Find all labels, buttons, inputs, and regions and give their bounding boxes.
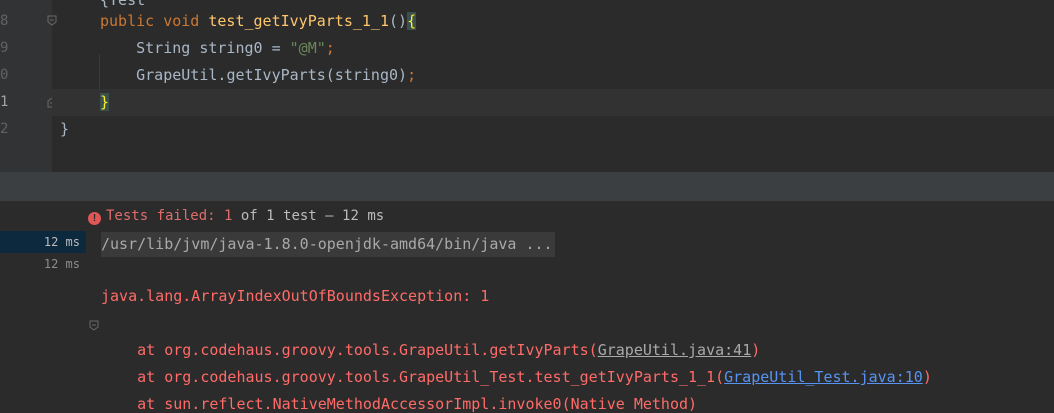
stack-trace-line: at org.codehaus.groovy.tools.GrapeUtil_T… — [101, 368, 932, 386]
source-link[interactable]: GrapeUtil_Test.java:10 — [724, 368, 923, 386]
test-tree-root[interactable]: 12 ms — [0, 231, 86, 253]
source-link[interactable]: GrapeUtil.java:41 — [598, 341, 752, 359]
code-line[interactable]: } — [52, 116, 1054, 143]
code-token: } — [60, 120, 70, 138]
test-status-bar: ! Tests failed: 1 of 1 test – 12 ms — [88, 205, 384, 227]
code-token: } — [100, 93, 110, 111]
line-number: 8 — [0, 13, 9, 29]
code-token: "@M" — [289, 39, 326, 57]
stack-trace-line: at org.codehaus.groovy.tools.GrapeUtil.g… — [101, 341, 760, 359]
trace-text: ) — [922, 368, 932, 386]
run-tool-window: ! Tests failed: 1 of 1 test – 12 ms 12 ms… — [0, 201, 1054, 413]
code-token: GrapeUtil. — [100, 66, 227, 84]
line-number: 1 — [0, 94, 9, 110]
panel-splitter[interactable] — [0, 172, 1054, 201]
code-line[interactable]: public void test_getIvyParts_1_1(){ — [52, 8, 1054, 35]
exception-message: java.lang.ArrayIndexOutOfBoundsException… — [101, 287, 490, 305]
line-number: 9 — [0, 40, 9, 56]
error-icon: ! — [88, 212, 101, 225]
code-line[interactable]: String string0 = "@M"; — [52, 35, 1054, 62]
code-token: { — [407, 12, 417, 30]
status-failed-label: Tests failed: — [106, 208, 225, 224]
trace-text: ) — [751, 341, 761, 359]
code-token: () — [389, 12, 408, 30]
tree-time: 12 ms — [43, 235, 80, 249]
code-line[interactable]: GrapeUtil.getIvyParts(string0); — [52, 62, 1054, 89]
tree-time: 12 ms — [43, 257, 80, 271]
code-token: ; — [325, 39, 335, 57]
fold-icon[interactable] — [88, 320, 100, 332]
code-token: String string0 = — [100, 39, 290, 57]
line-number-gutter: 8 9 0 1 2 — [0, 0, 57, 172]
command-line[interactable]: /usr/lib/jvm/java-1.8.0-openjdk-amd64/bi… — [101, 232, 555, 257]
code-token: ; — [407, 66, 417, 84]
test-tree-item[interactable]: 12 ms — [0, 253, 86, 275]
code-token: getIvyParts — [226, 66, 326, 84]
test-tree: 12 ms 12 ms — [0, 230, 86, 403]
code-token: (string0) — [325, 66, 408, 84]
code-editor[interactable]: 89012 {Test public void test_getIvyParts_… — [0, 0, 1054, 172]
line-number: 2 — [0, 121, 9, 137]
line-number: 0 — [0, 67, 9, 83]
trace-text: at org.codehaus.groovy.tools.GrapeUtil.g… — [101, 341, 598, 359]
code-line[interactable]: } — [52, 89, 1054, 116]
trace-text: at org.codehaus.groovy.tools.GrapeUtil_T… — [101, 368, 725, 386]
stack-trace-line: at sun.reflect.NativeMethodAccessorImpl.… — [101, 395, 697, 413]
code-token: public void — [100, 12, 209, 30]
status-summary: of 1 test – 12 ms — [232, 208, 385, 224]
code-token: test_getIvyParts_1_1 — [208, 12, 389, 30]
trace-text: at sun.reflect.NativeMethodAccessorImpl.… — [101, 395, 698, 413]
